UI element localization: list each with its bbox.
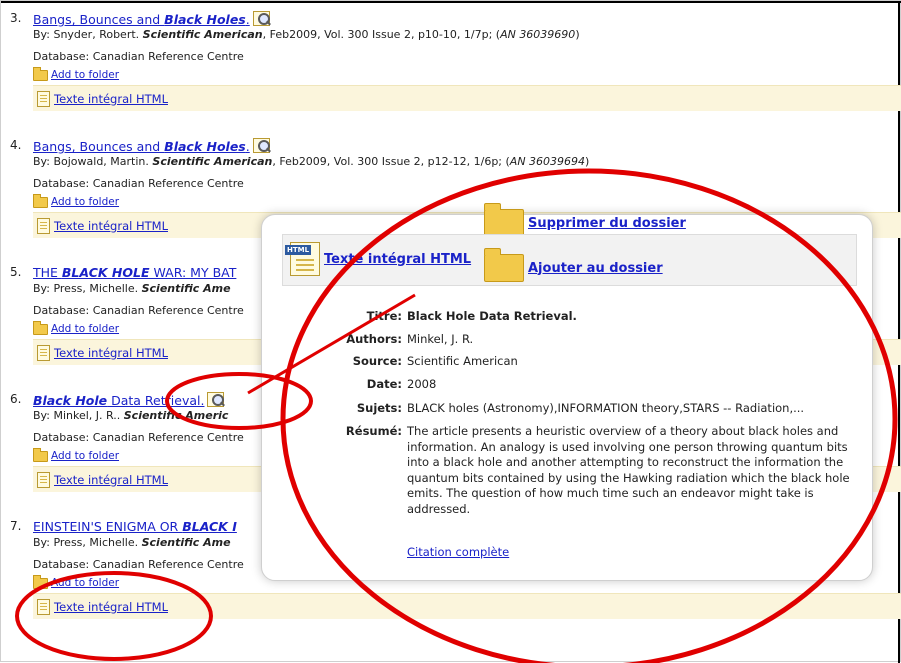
fulltext-link[interactable]: Texte intégral HTML — [54, 473, 168, 487]
html-document-icon — [37, 471, 50, 488]
field-value: Scientific American — [407, 354, 518, 368]
result-number: 7. — [10, 519, 22, 533]
result-title: Bangs, Bounces and Black Holes. — [33, 11, 270, 27]
folder-icon — [33, 574, 48, 589]
field-label: Source: — [352, 354, 402, 368]
field-label: Authors: — [346, 332, 402, 346]
result-title: Black Hole Data Retrieval. — [33, 392, 225, 408]
field-value: Minkel, J. R. — [407, 332, 474, 346]
folder-icon — [33, 66, 48, 81]
folder-icon — [33, 320, 48, 335]
result-number: 5. — [10, 265, 22, 279]
html-document-icon — [37, 217, 50, 234]
fulltext-link[interactable]: Texte intégral HTML — [54, 219, 168, 233]
html-document-icon — [37, 90, 50, 107]
add-to-folder-popup-link[interactable]: Ajouter au dossier — [528, 261, 663, 276]
add-to-folder[interactable]: Add to folder — [33, 447, 119, 462]
result-byline: By: Press, Michelle. Scientific Ame — [33, 536, 231, 549]
field-label: Résumé: — [345, 424, 402, 438]
result-byline: By: Bojowald, Martin. Scientific America… — [33, 155, 590, 168]
result-database: Database: Canadian Reference Centre — [33, 177, 244, 190]
fulltext-link[interactable]: Texte intégral HTML — [54, 92, 168, 106]
preview-magnifier-icon[interactable] — [252, 138, 270, 153]
field-label: Sujets: — [356, 401, 402, 415]
preview-magnifier-icon[interactable] — [252, 11, 270, 26]
html-document-icon: HTML — [285, 242, 320, 276]
html-document-icon — [37, 598, 50, 615]
field-label: Titre: — [366, 309, 402, 323]
folder-icon — [33, 447, 48, 462]
result-database: Database: Canadian Reference Centre — [33, 50, 244, 63]
field-value: The article presents a heuristic overvie… — [407, 424, 850, 516]
add-to-folder[interactable]: Add to folder — [33, 320, 119, 335]
result-byline: By: Press, Michelle. Scientific Ame — [33, 282, 231, 295]
field-value: Black Hole Data Retrieval. — [407, 309, 577, 323]
result-title-link[interactable]: Black Hole Data Retrieval. — [33, 393, 204, 408]
folder-icon — [484, 248, 524, 282]
result-title: EINSTEIN'S ENIGMA OR BLACK I — [33, 519, 237, 534]
result-number: 4. — [10, 138, 22, 152]
result-title: THE BLACK HOLE WAR: MY BAT — [33, 265, 236, 280]
field-value: BLACK holes (Astronomy),INFORMATION theo… — [407, 401, 805, 415]
fulltext-link[interactable]: Texte intégral HTML — [54, 346, 168, 360]
fulltext-bar: Texte intégral HTML — [33, 593, 901, 619]
record-preview-popup: Supprimer du dossier HTML Texte intégral… — [261, 203, 873, 581]
result-database: Database: Canadian Reference Centre — [33, 304, 244, 317]
add-to-folder-link[interactable]: Add to folder — [51, 323, 119, 335]
field-value: 2008 — [407, 377, 437, 391]
add-to-folder-link[interactable]: Add to folder — [51, 196, 119, 208]
field-label: Date: — [366, 377, 402, 391]
remove-from-folder-link[interactable]: Supprimer du dossier — [528, 216, 686, 231]
popup-fulltext-button[interactable]: HTML Texte intégral HTML — [285, 242, 471, 276]
result-database: Database: Canadian Reference Centre — [33, 431, 244, 444]
result-title-link[interactable]: Bangs, Bounces and Black Holes. — [33, 12, 250, 27]
fulltext-link[interactable]: Texte intégral HTML — [54, 600, 168, 614]
result-number: 6. — [10, 392, 22, 406]
top-border — [1, 1, 901, 3]
remove-from-folder-button[interactable]: Supprimer du dossier — [484, 203, 686, 237]
add-to-folder-link[interactable]: Add to folder — [51, 69, 119, 81]
fulltext-bar: Texte intégral HTML — [33, 85, 901, 111]
full-citation-link[interactable]: Citation complète — [407, 545, 509, 559]
folder-icon — [484, 203, 524, 237]
folder-icon — [33, 193, 48, 208]
preview-magnifier-icon[interactable] — [207, 392, 225, 407]
result-byline: By: Minkel, J. R.. Scientific Americ — [33, 409, 229, 422]
result-title-link[interactable]: THE BLACK HOLE WAR: MY BAT — [33, 265, 236, 280]
result-title-link[interactable]: EINSTEIN'S ENIGMA OR BLACK I — [33, 519, 237, 534]
add-to-folder[interactable]: Add to folder — [33, 66, 119, 81]
add-to-folder[interactable]: Add to folder — [33, 193, 119, 208]
popup-fulltext-link[interactable]: Texte intégral HTML — [324, 252, 471, 267]
add-to-folder-button[interactable]: Ajouter au dossier — [484, 248, 663, 282]
add-to-folder-link[interactable]: Add to folder — [51, 450, 119, 462]
result-byline: By: Snyder, Robert. Scientific American,… — [33, 28, 580, 41]
add-to-folder-link[interactable]: Add to folder — [51, 577, 119, 589]
result-number: 3. — [10, 11, 22, 25]
add-to-folder[interactable]: Add to folder — [33, 574, 119, 589]
result-database: Database: Canadian Reference Centre — [33, 558, 244, 571]
result-title: Bangs, Bounces and Black Holes. — [33, 138, 270, 154]
html-document-icon — [37, 344, 50, 361]
result-title-link[interactable]: Bangs, Bounces and Black Holes. — [33, 139, 250, 154]
